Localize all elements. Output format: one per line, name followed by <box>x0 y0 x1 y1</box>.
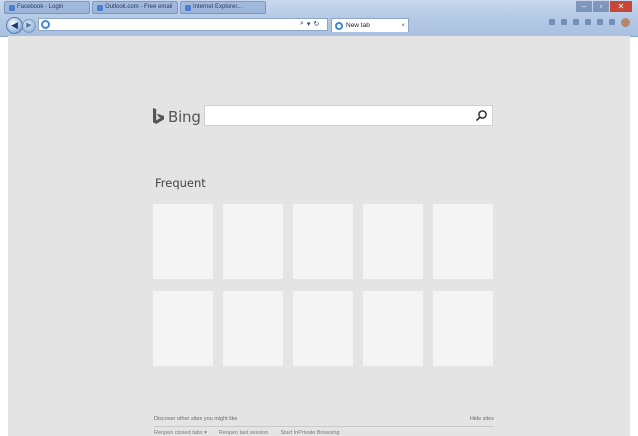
ie-favicon-icon <box>185 4 191 11</box>
favorites-icon[interactable] <box>561 19 567 25</box>
site-tile[interactable] <box>293 291 353 366</box>
window-controls: – ▫ ✕ <box>576 1 632 12</box>
bing-wordmark: Bing <box>168 108 201 126</box>
navigation-bar: ◀ ▶ ⌕ ▾ ↻ New tab × <box>0 15 638 35</box>
taskbar-tab-1[interactable]: Facebook - Login <box>4 1 90 14</box>
taskbar-tab-label: Facebook - Login <box>17 4 64 10</box>
maximize-button[interactable]: ▫ <box>593 1 609 12</box>
site-favicon-icon <box>9 4 15 11</box>
tab-title: New tab <box>346 22 370 29</box>
site-tile[interactable] <box>153 291 213 366</box>
refresh-icon[interactable]: ↻ <box>313 20 319 28</box>
site-favicon-icon <box>97 4 103 11</box>
search-icon[interactable] <box>475 109 488 122</box>
footer-bottom-row: Reopen closed tabs ▾ Reopen last session… <box>154 427 494 436</box>
ie-logo-icon <box>335 21 343 30</box>
home-icon[interactable] <box>549 19 555 25</box>
reopen-closed-tabs-link[interactable]: Reopen closed tabs ▾ <box>154 430 207 436</box>
site-tile[interactable] <box>223 291 283 366</box>
tab-new-tab[interactable]: New tab × <box>331 18 409 32</box>
site-tile[interactable] <box>153 204 213 279</box>
site-tile[interactable] <box>363 291 423 366</box>
taskbar-tab-label: Internet Explorer... <box>193 4 243 10</box>
minimize-button[interactable]: – <box>576 1 592 12</box>
discover-sites-link[interactable]: Discover other sites you might like <box>154 416 237 422</box>
new-tab-page: Bing Frequent Discover other sites you m… <box>8 36 630 436</box>
frequent-heading: Frequent <box>155 176 206 190</box>
gear-icon[interactable] <box>609 19 615 25</box>
site-tile[interactable] <box>293 204 353 279</box>
footer-top-row: Discover other sites you might like Hide… <box>154 416 494 427</box>
ie-logo-icon <box>41 20 50 29</box>
page-icon[interactable] <box>597 19 603 25</box>
user-avatar-icon[interactable] <box>621 18 630 27</box>
address-actions: ⌕ ▾ ↻ <box>300 17 319 30</box>
taskbar-tab-label: Outlook.com - Free email <box>105 4 173 10</box>
site-tile[interactable] <box>223 204 283 279</box>
chevron-down-icon[interactable]: ▾ <box>307 20 311 28</box>
taskbar-tabs: Facebook - Login Outlook.com - Free emai… <box>0 0 304 14</box>
hide-sites-link[interactable]: Hide sites <box>470 416 494 422</box>
bing-b-icon <box>153 108 164 124</box>
taskbar-tab-2[interactable]: Outlook.com - Free email <box>92 1 178 14</box>
site-tile[interactable] <box>433 291 493 366</box>
search-icon[interactable]: ⌕ <box>300 20 304 28</box>
forward-arrow-icon: ▶ <box>26 22 32 29</box>
bing-logo: Bing <box>152 106 201 128</box>
frequent-tiles <box>153 204 493 366</box>
new-tab-footer: Discover other sites you might like Hide… <box>154 416 494 436</box>
back-button[interactable]: ◀ <box>6 17 23 34</box>
print-icon[interactable] <box>585 19 591 25</box>
toolbar-right <box>549 18 630 27</box>
close-tab-icon[interactable]: × <box>401 23 405 29</box>
site-tile[interactable] <box>433 204 493 279</box>
close-button[interactable]: ✕ <box>610 1 632 12</box>
bing-search-input[interactable] <box>204 105 493 126</box>
site-tile[interactable] <box>363 204 423 279</box>
reopen-last-session-link[interactable]: Reopen last session <box>219 430 269 436</box>
feeds-icon[interactable] <box>573 19 579 25</box>
taskbar-tab-3[interactable]: Internet Explorer... <box>180 1 266 14</box>
browser-chrome: Facebook - Login Outlook.com - Free emai… <box>0 0 638 37</box>
back-arrow-icon: ◀ <box>11 20 18 30</box>
address-bar[interactable] <box>38 18 328 31</box>
forward-button[interactable]: ▶ <box>22 19 36 33</box>
inprivate-browsing-link[interactable]: Start InPrivate Browsing <box>280 430 339 436</box>
